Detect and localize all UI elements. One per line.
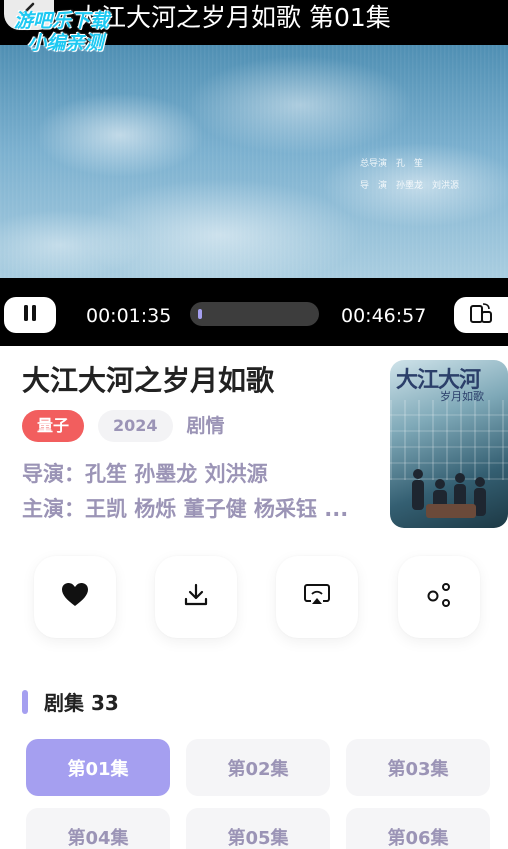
cast-line: 主演：王凯 杨烁 董子健 杨采钰 ... bbox=[22, 497, 349, 521]
episode-button[interactable]: 第05集 bbox=[186, 808, 330, 849]
pause-button[interactable] bbox=[4, 297, 56, 333]
genre-tag: 剧情 bbox=[186, 415, 225, 437]
source-badge[interactable]: 量子 bbox=[22, 410, 85, 442]
screen-cast-icon bbox=[303, 583, 331, 611]
poster-image: 大江大河 岁月如歌 bbox=[390, 360, 508, 528]
current-time: 00:01:35 bbox=[86, 305, 172, 327]
pause-icon bbox=[22, 304, 38, 326]
video-credits: 总导演 孔 笙 导 演 孙墨龙 刘洪源 bbox=[360, 153, 459, 197]
episode-button[interactable]: 第02集 bbox=[186, 739, 330, 796]
download-button[interactable] bbox=[155, 556, 237, 638]
total-time: 00:46:57 bbox=[341, 305, 427, 327]
poster-figures bbox=[412, 469, 486, 518]
credits-line: 导 演 孙墨龙 刘洪源 bbox=[360, 181, 460, 191]
rotate-screen-button[interactable] bbox=[454, 297, 508, 333]
show-title: 大江大河之岁月如歌 bbox=[22, 364, 275, 397]
credits-line: 总导演 孔 笙 bbox=[360, 159, 424, 169]
video-frame[interactable]: 总导演 孔 笙 导 演 孙墨龙 刘洪源 bbox=[0, 45, 508, 278]
download-icon bbox=[183, 582, 209, 612]
share-icon bbox=[426, 582, 452, 612]
progress-fill bbox=[198, 309, 202, 319]
progress-bar[interactable] bbox=[190, 302, 319, 326]
section-marker bbox=[22, 690, 28, 714]
episode-button[interactable]: 第01集 bbox=[26, 739, 170, 796]
video-title: 大江大河之岁月如歌 第01集 bbox=[76, 3, 391, 32]
episode-button[interactable]: 第03集 bbox=[346, 739, 490, 796]
share-button[interactable] bbox=[398, 556, 480, 638]
watermark-line: 游吧乐下载 bbox=[14, 10, 110, 32]
episode-button[interactable]: 第04集 bbox=[26, 808, 170, 849]
poster-subtitle: 岁月如歌 bbox=[440, 390, 484, 403]
tag-row: 量子 2024 剧情 bbox=[22, 410, 225, 442]
heart-icon bbox=[61, 582, 89, 612]
screen-cast-button[interactable] bbox=[276, 556, 358, 638]
favorite-button[interactable] bbox=[34, 556, 116, 638]
episodes-heading: 剧集 33 bbox=[44, 691, 119, 715]
year-tag: 2024 bbox=[98, 410, 173, 442]
watermark-line: 小编亲测 bbox=[27, 32, 104, 54]
episode-button[interactable]: 第06集 bbox=[346, 808, 490, 849]
video-player[interactable]: 总导演 孔 笙 导 演 孙墨龙 刘洪源 大江大河之岁月如歌 第01集 游吧乐下载… bbox=[0, 0, 508, 346]
player-controls: 00:01:35 00:46:57 bbox=[0, 278, 508, 346]
watermark: 游吧乐下载 小编亲测 bbox=[14, 10, 109, 54]
rotate-screen-icon bbox=[469, 302, 493, 328]
director-line: 导演：孔笙 孙墨龙 刘洪源 bbox=[22, 462, 268, 486]
